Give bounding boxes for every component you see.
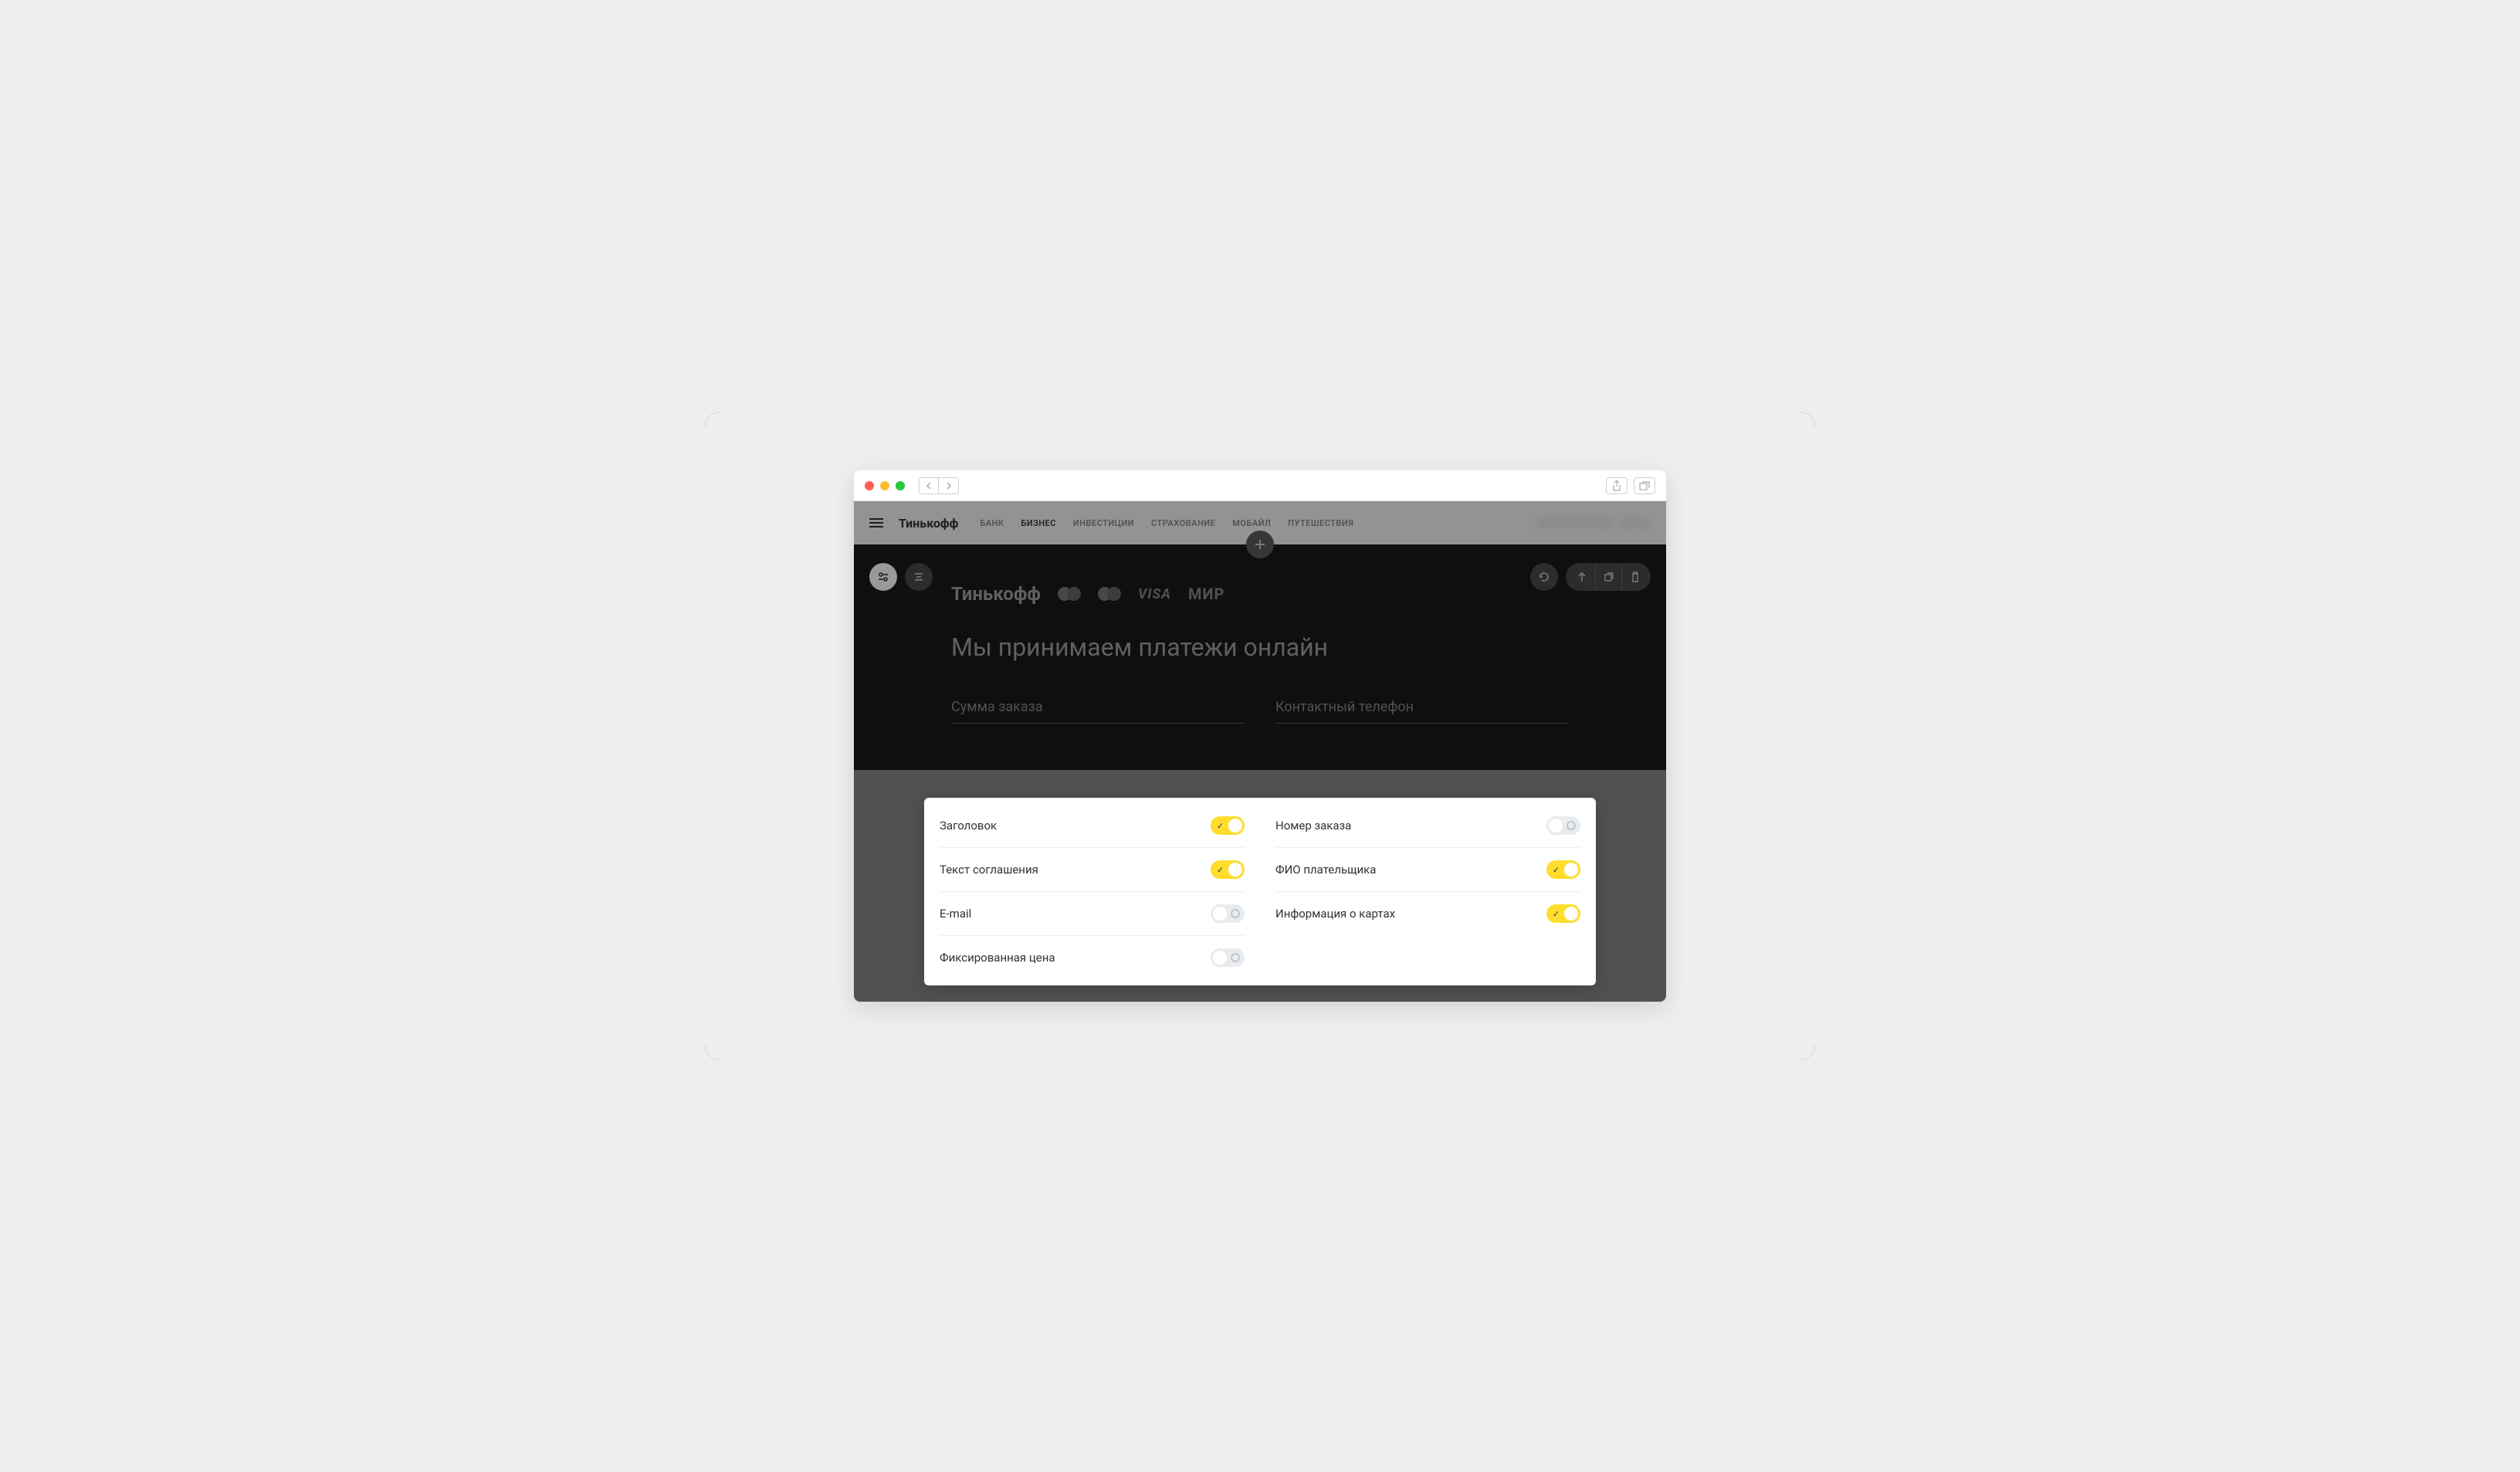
close-window-button[interactable]: [865, 481, 874, 490]
browser-window: Тинькофф БАНК БИЗНЕС ИНВЕСТИЦИИ СТРАХОВА…: [854, 470, 1666, 1002]
forward-button[interactable]: [939, 477, 959, 494]
refresh-icon[interactable]: [1530, 563, 1558, 591]
setting-label: E-mail: [940, 907, 971, 921]
move-up-icon[interactable]: [1569, 565, 1595, 589]
setting-row: ФИО плательщика ✓: [1275, 848, 1580, 892]
setting-row: Заголовок ✓: [940, 804, 1245, 848]
settings-toggle-icon[interactable]: [869, 563, 897, 591]
action-pill: [1566, 563, 1651, 591]
setting-label: Номер заказа: [1275, 819, 1351, 833]
nav-item-mobile[interactable]: МОБАЙЛ: [1232, 518, 1271, 528]
mastercard-icon: [1058, 587, 1081, 601]
delete-icon[interactable]: [1621, 565, 1648, 589]
amount-input[interactable]: Сумма заказа: [951, 699, 1245, 724]
toggle-on[interactable]: ✓: [1211, 816, 1245, 835]
setting-row: E-mail: [940, 892, 1245, 936]
toggle-off[interactable]: [1546, 816, 1580, 835]
setting-row: Информация о картах ✓: [1275, 892, 1580, 935]
setting-label: Фиксированная цена: [940, 951, 1055, 965]
phone-input[interactable]: Контактный телефон: [1275, 699, 1569, 724]
setting-row: Фиксированная цена: [940, 936, 1245, 979]
mir-icon: МИР: [1188, 585, 1224, 603]
setting-label: Текст соглашения: [940, 863, 1038, 877]
share-button[interactable]: [1606, 477, 1628, 494]
editor-zone: Тинькофф VISA МИР Мы принимаем платежи о…: [854, 544, 1666, 770]
setting-label: Заголовок: [940, 819, 997, 833]
toggle-off[interactable]: [1211, 948, 1245, 967]
nav-item-insurance[interactable]: СТРАХОВАНИЕ: [1151, 518, 1215, 528]
main-nav: БАНК БИЗНЕС ИНВЕСТИЦИИ СТРАХОВАНИЕ МОБАЙ…: [980, 518, 1353, 528]
back-button[interactable]: [919, 477, 939, 494]
menu-icon[interactable]: [869, 518, 883, 527]
lower-zone: Заголовок ✓ Текст соглашения ✓ E-mail Фиксиро…: [854, 770, 1666, 1002]
payment-brand: Тинькофф: [951, 583, 1041, 605]
nav-item-invest[interactable]: ИНВЕСТИЦИИ: [1073, 518, 1134, 528]
window-controls: [865, 481, 905, 490]
setting-row: Текст соглашения ✓: [940, 848, 1245, 892]
setting-label: ФИО плательщика: [1275, 863, 1376, 877]
minimize-window-button[interactable]: [880, 481, 889, 490]
right-tools: [1530, 563, 1651, 591]
brand-name: Тинькофф: [899, 516, 958, 531]
setting-label: Информация о картах: [1275, 907, 1395, 921]
toggle-off[interactable]: [1211, 904, 1245, 923]
text-align-icon[interactable]: [905, 563, 933, 591]
left-tools: [869, 563, 933, 591]
setting-row: Номер заказа: [1275, 804, 1580, 848]
tabs-button[interactable]: [1634, 477, 1655, 494]
visa-icon: VISA: [1138, 586, 1171, 602]
nav-item-travel[interactable]: ПУТЕШЕСТВИЯ: [1288, 518, 1353, 528]
brand-row: Тинькофф VISA МИР: [951, 583, 1569, 605]
maximize-window-button[interactable]: [896, 481, 905, 490]
nav-item-bank[interactable]: БАНК: [980, 518, 1004, 528]
add-section-button[interactable]: [1246, 531, 1274, 558]
user-area-blurred: [1536, 517, 1651, 528]
maestro-icon: [1098, 587, 1121, 601]
toggle-on[interactable]: ✓: [1211, 860, 1245, 879]
toggle-on[interactable]: ✓: [1546, 860, 1580, 879]
settings-panel: Заголовок ✓ Текст соглашения ✓ E-mail Фиксиро…: [924, 798, 1596, 985]
payment-title: Мы принимаем платежи онлайн: [951, 633, 1569, 662]
copy-icon[interactable]: [1595, 565, 1621, 589]
toggle-on[interactable]: ✓: [1546, 904, 1580, 923]
nav-item-business[interactable]: БИЗНЕС: [1021, 518, 1056, 528]
titlebar: [854, 470, 1666, 501]
